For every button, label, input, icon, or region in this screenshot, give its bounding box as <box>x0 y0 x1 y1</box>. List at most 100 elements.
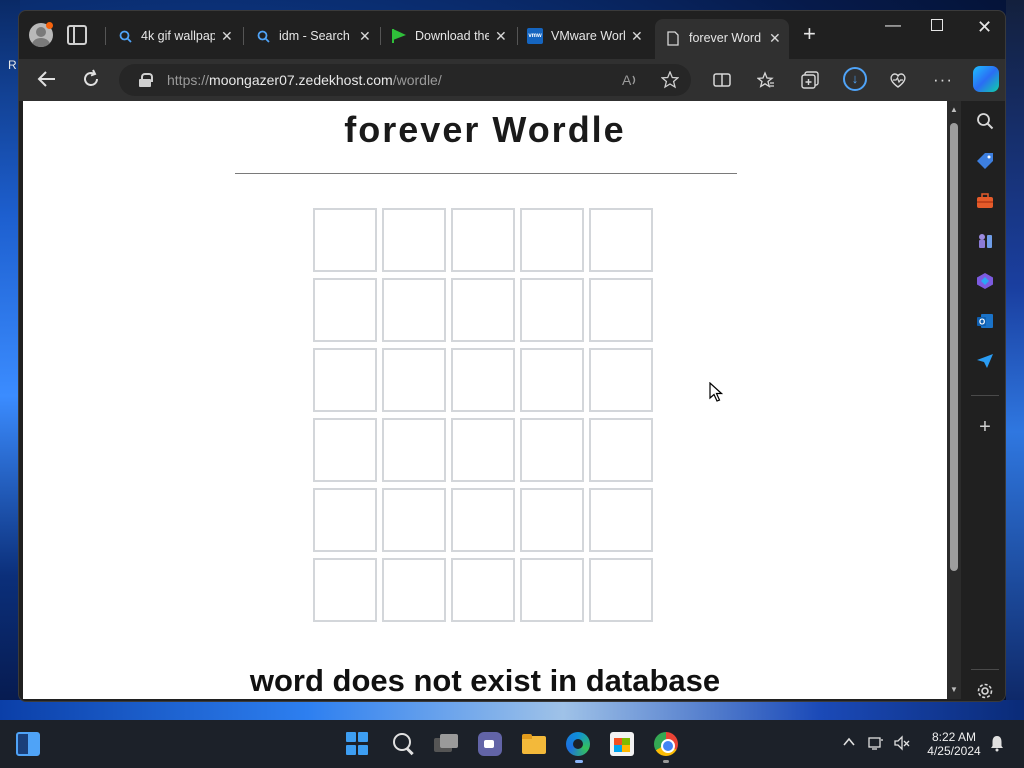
scroll-up-icon[interactable]: ▲ <box>949 105 959 115</box>
profile-notification-dot <box>46 22 53 29</box>
clock-date: 4/25/2024 <box>927 744 981 758</box>
sidebar-settings-gear-icon[interactable] <box>975 681 995 701</box>
wordle-tile <box>382 488 446 552</box>
wordle-grid <box>313 208 653 622</box>
favorite-star-icon[interactable] <box>660 70 680 92</box>
copilot-icon[interactable] <box>973 66 999 92</box>
page-icon <box>665 30 681 46</box>
wordle-tile <box>451 418 515 482</box>
shopping-tag-icon[interactable] <box>975 151 995 171</box>
wordle-tile <box>451 558 515 622</box>
maximize-icon[interactable] <box>931 19 943 31</box>
read-aloud-icon[interactable]: A <box>621 71 639 92</box>
add-sidebar-app-icon[interactable]: + <box>975 416 995 438</box>
desktop-edge-text: R <box>8 58 17 72</box>
tab-close-icon[interactable]: ✕ <box>221 28 233 45</box>
wordle-tile <box>451 488 515 552</box>
split-screen-icon[interactable] <box>713 71 731 92</box>
wordle-tile <box>382 278 446 342</box>
scroll-down-icon[interactable]: ▼ <box>949 685 959 695</box>
tab-download[interactable]: Download the ✕ <box>391 21 507 51</box>
teams-chat-icon[interactable] <box>478 732 502 756</box>
address-bar[interactable]: https://moongazer07.zedekhost.com/wordle… <box>119 64 691 96</box>
edge-running-indicator <box>575 760 583 763</box>
tab-separator <box>380 27 381 45</box>
green-flag-icon <box>391 28 407 44</box>
more-options-icon[interactable]: ··· <box>933 71 953 88</box>
taskbar-search-icon[interactable] <box>392 732 416 756</box>
wordle-tile <box>451 278 515 342</box>
scroll-thumb[interactable] <box>950 123 958 571</box>
clock-time: 8:22 AM <box>931 730 977 744</box>
tab-actions-icon[interactable] <box>67 25 87 45</box>
widgets-icon[interactable] <box>16 732 40 756</box>
outlook-icon[interactable]: O <box>975 311 995 331</box>
wordle-tile <box>589 348 653 412</box>
tab-close-icon[interactable]: ✕ <box>495 28 507 45</box>
wordle-tile <box>520 278 584 342</box>
browser-essentials-icon[interactable] <box>889 71 907 92</box>
wordle-tile <box>520 558 584 622</box>
edge-sidebar: O + <box>963 101 1005 701</box>
tab-bar: 4k gif wallpap ✕ idm - Search ✕ Download… <box>19 11 1005 59</box>
wordle-tile <box>382 208 446 272</box>
tab-forever-wordle[interactable]: forever Word ✕ <box>655 19 789 59</box>
wordle-tile <box>520 348 584 412</box>
back-icon[interactable] <box>37 69 57 93</box>
wordle-tile <box>520 488 584 552</box>
new-tab-icon[interactable]: + <box>803 23 816 45</box>
svg-text:A: A <box>622 72 632 88</box>
desktop-wallpaper-right <box>1006 0 1024 720</box>
wordle-tile <box>313 488 377 552</box>
desktop-wallpaper-bottom <box>0 700 1024 720</box>
collections-icon[interactable] <box>801 71 819 92</box>
sidebar-search-icon[interactable] <box>975 111 995 131</box>
tools-briefcase-icon[interactable] <box>975 191 995 211</box>
search-icon <box>117 28 133 44</box>
search-icon <box>255 28 271 44</box>
microsoft-365-icon[interactable] <box>975 271 995 291</box>
tab-label: forever Word <box>689 31 762 45</box>
tab-close-icon[interactable]: ✕ <box>359 28 371 45</box>
tab-close-icon[interactable]: ✕ <box>769 30 781 47</box>
start-menu-windows-icon[interactable] <box>346 732 370 756</box>
close-icon[interactable]: ✕ <box>977 17 992 38</box>
chrome-browser-icon[interactable] <box>654 732 678 756</box>
tab-separator <box>243 27 244 45</box>
task-view-icon[interactable] <box>434 732 458 756</box>
sidebar-divider <box>971 669 999 670</box>
tab-close-icon[interactable]: ✕ <box>631 28 643 45</box>
file-explorer-icon[interactable] <box>522 732 546 756</box>
minimize-icon[interactable]: — <box>885 17 901 35</box>
tab-4k-gif-wallpaper[interactable]: 4k gif wallpap ✕ <box>117 21 233 51</box>
volume-muted-icon[interactable] <box>894 735 910 754</box>
games-chess-icon[interactable] <box>975 231 995 251</box>
network-icon[interactable] <box>868 735 884 754</box>
edge-browser-icon[interactable] <box>566 732 590 756</box>
url-text[interactable]: https://moongazer07.zedekhost.com/wordle… <box>167 72 442 88</box>
wordle-tile <box>589 488 653 552</box>
download-icon[interactable]: ↓ <box>843 67 867 91</box>
refresh-icon[interactable] <box>81 69 101 93</box>
notification-bell-icon[interactable] <box>988 734 1006 755</box>
send-drop-icon[interactable] <box>975 351 995 371</box>
tab-label: VMware Work <box>551 29 625 43</box>
wordle-tile <box>589 418 653 482</box>
wordle-tile <box>451 348 515 412</box>
tab-idm-search[interactable]: idm - Search ✕ <box>255 21 371 51</box>
browser-window: 4k gif wallpap ✕ idm - Search ✕ Download… <box>18 10 1006 702</box>
lock-icon[interactable] <box>139 73 153 87</box>
favorites-icon[interactable] <box>756 71 775 92</box>
page-scrollbar[interactable]: ▲ ▼ <box>947 101 961 699</box>
wordle-tile <box>382 418 446 482</box>
system-clock[interactable]: 8:22 AM 4/25/2024 <box>918 730 990 758</box>
tab-vmware[interactable]: vmw VMware Work ✕ <box>527 21 643 51</box>
wordle-tile <box>313 208 377 272</box>
wordle-tile <box>520 418 584 482</box>
wordle-tile <box>520 208 584 272</box>
show-hidden-icons-chevron-up-icon[interactable] <box>842 735 856 752</box>
chrome-running-indicator <box>663 760 669 763</box>
wordle-tile <box>313 278 377 342</box>
microsoft-store-icon[interactable] <box>610 732 634 756</box>
tab-label: idm - Search <box>279 29 350 43</box>
